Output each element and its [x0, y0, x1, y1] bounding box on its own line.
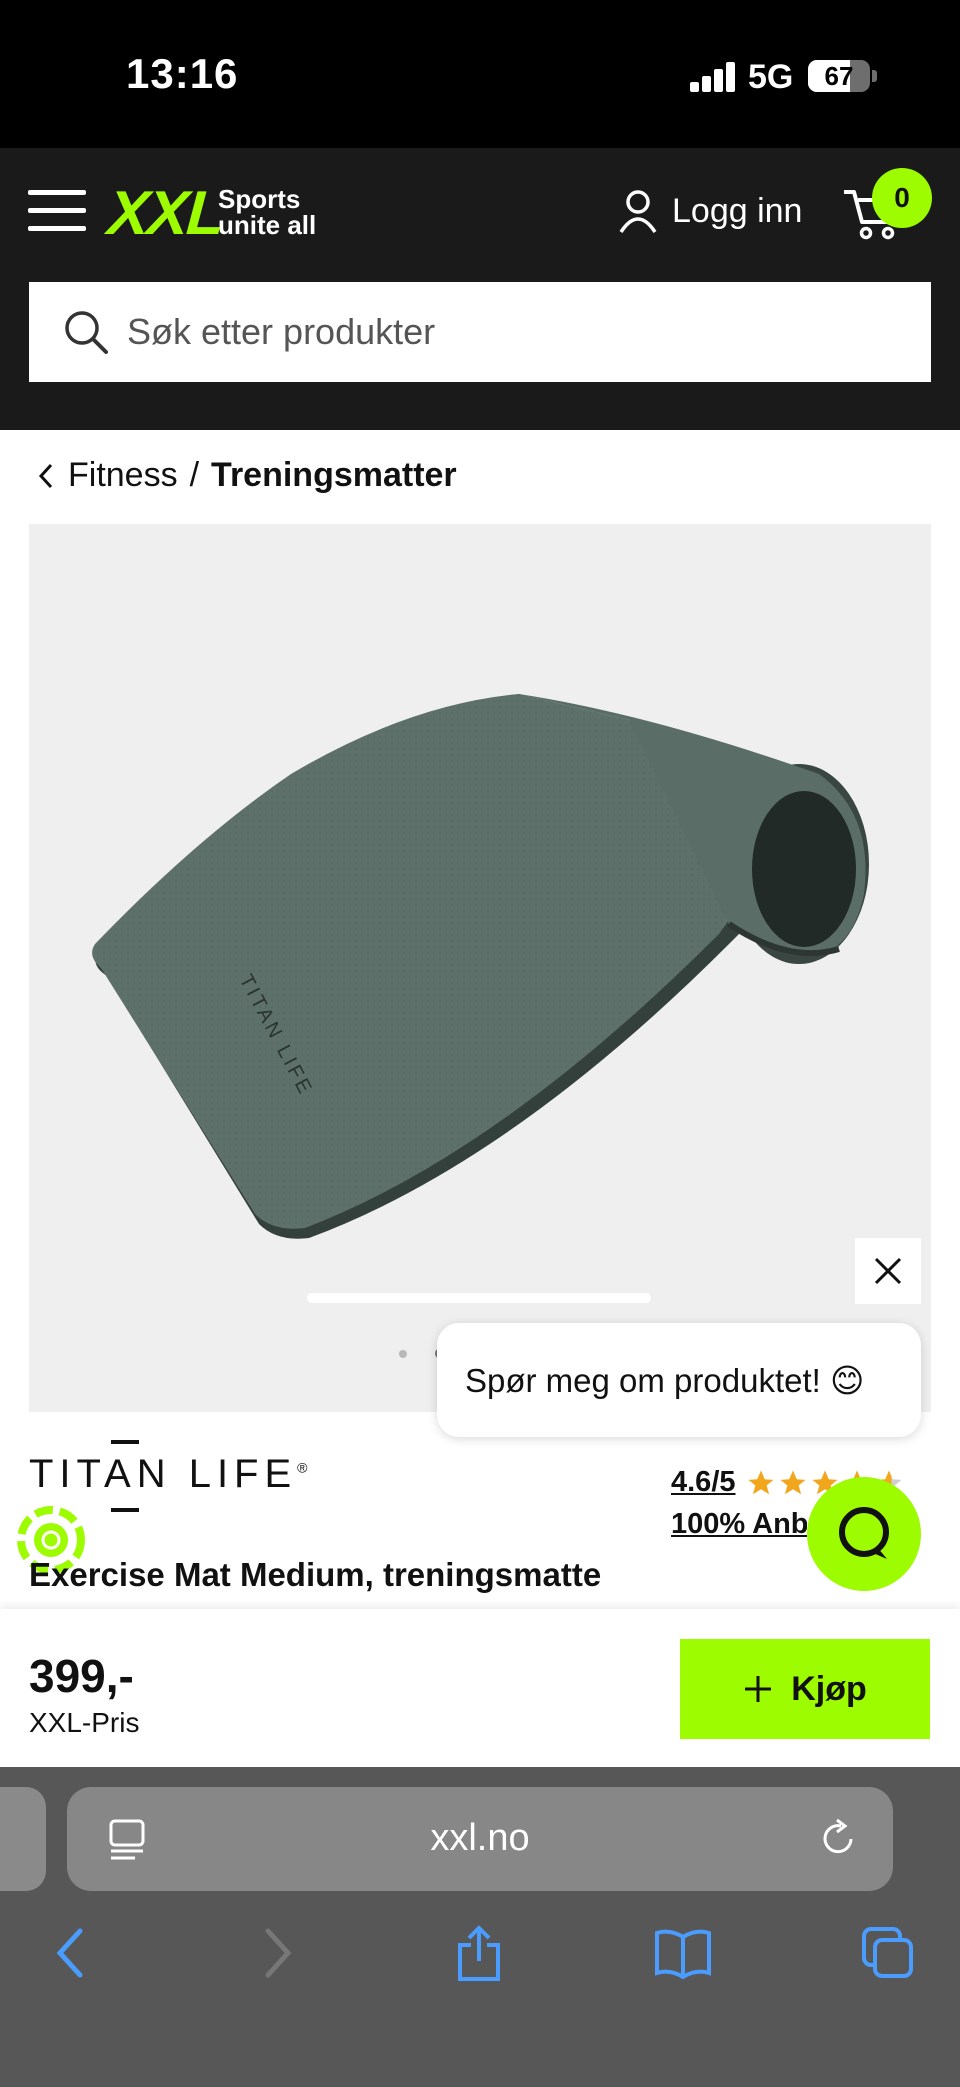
url-text: xxl.no	[430, 1817, 530, 1859]
search-placeholder: Søk etter produkter	[127, 311, 436, 352]
status-time: 13:16	[126, 50, 239, 97]
carousel-dot[interactable]	[399, 1349, 407, 1358]
user-icon	[619, 190, 657, 233]
battery-cap	[872, 70, 877, 82]
back-icon[interactable]	[50, 1925, 90, 1981]
login-button[interactable]: Logg inn	[618, 186, 802, 236]
reload-icon[interactable]	[819, 1817, 859, 1861]
breadcrumb-current[interactable]: Treningsmatter	[211, 456, 457, 495]
star-icon	[780, 1470, 805, 1494]
rating-score: 4.6/5	[671, 1466, 736, 1498]
product-title: Exercise Mat Medium, treningsmatte	[29, 1556, 602, 1593]
tabs-icon[interactable]	[860, 1925, 916, 1981]
share-icon[interactable]	[454, 1925, 504, 1983]
site-header: XXL Sports unite all Logg inn 0 Søk ette…	[0, 148, 960, 430]
menu-icon[interactable]	[28, 190, 86, 232]
product-price: 399,-	[29, 1650, 134, 1702]
buy-button[interactable]: Kjøp	[680, 1639, 930, 1739]
breadcrumb-parent[interactable]: Fitness	[68, 456, 178, 495]
network-label: 5G	[748, 58, 794, 96]
chat-launcher-button[interactable]	[807, 1477, 921, 1591]
forward-icon[interactable]	[258, 1925, 298, 1981]
search-input[interactable]: Søk etter produkter	[29, 282, 931, 382]
login-label: Logg inn	[672, 191, 803, 230]
chevron-left-icon[interactable]	[38, 462, 54, 490]
brand-logo[interactable]: TITAN LIFE®	[29, 1440, 308, 1512]
brand-name: TITAN LIFE	[29, 1452, 298, 1496]
address-bar[interactable]: xxl.no	[67, 1787, 893, 1891]
close-icon	[874, 1257, 902, 1285]
chat-bubble-icon	[839, 1507, 889, 1559]
sticky-buy-bar: 399,- XXL-Pris Kjøp	[0, 1609, 960, 1767]
signal-icon	[690, 62, 736, 92]
chat-prompt-bubble[interactable]: Spør meg om produktet! 😊	[437, 1323, 921, 1437]
exercise-mat-image: TITAN LIFE	[92, 694, 869, 1239]
search-icon	[65, 311, 108, 354]
recommend-percentage[interactable]: 100% Anbefaler	[671, 1508, 807, 1541]
cart-count-badge[interactable]: 0	[872, 168, 932, 228]
buy-button-label: Kjøp	[791, 1669, 867, 1708]
star-icon	[748, 1470, 773, 1494]
logo-tagline: Sports unite all	[218, 184, 317, 240]
breadcrumb: Fitness / Treningsmatter	[38, 456, 457, 495]
home-indicator	[307, 1293, 651, 1303]
status-bar: 13:16 5G 67	[0, 0, 960, 148]
logo-wordmark: XXL	[105, 179, 226, 248]
battery-icon: 67	[808, 60, 870, 92]
price-label: XXL-Pris	[29, 1707, 140, 1738]
chat-prompt-text: Spør meg om produktet! 😊	[465, 1361, 865, 1399]
product-image[interactable]: TITAN LIFE	[29, 524, 931, 1412]
breadcrumb-separator: /	[189, 456, 200, 494]
battery-percent: 67	[824, 61, 854, 91]
previous-tab-peek[interactable]	[0, 1787, 46, 1891]
browser-toolbar: xxl.no	[0, 1767, 960, 2087]
chat-close-button[interactable]	[855, 1238, 921, 1304]
plus-icon	[745, 1676, 772, 1702]
bookmarks-icon[interactable]	[654, 1925, 712, 1981]
